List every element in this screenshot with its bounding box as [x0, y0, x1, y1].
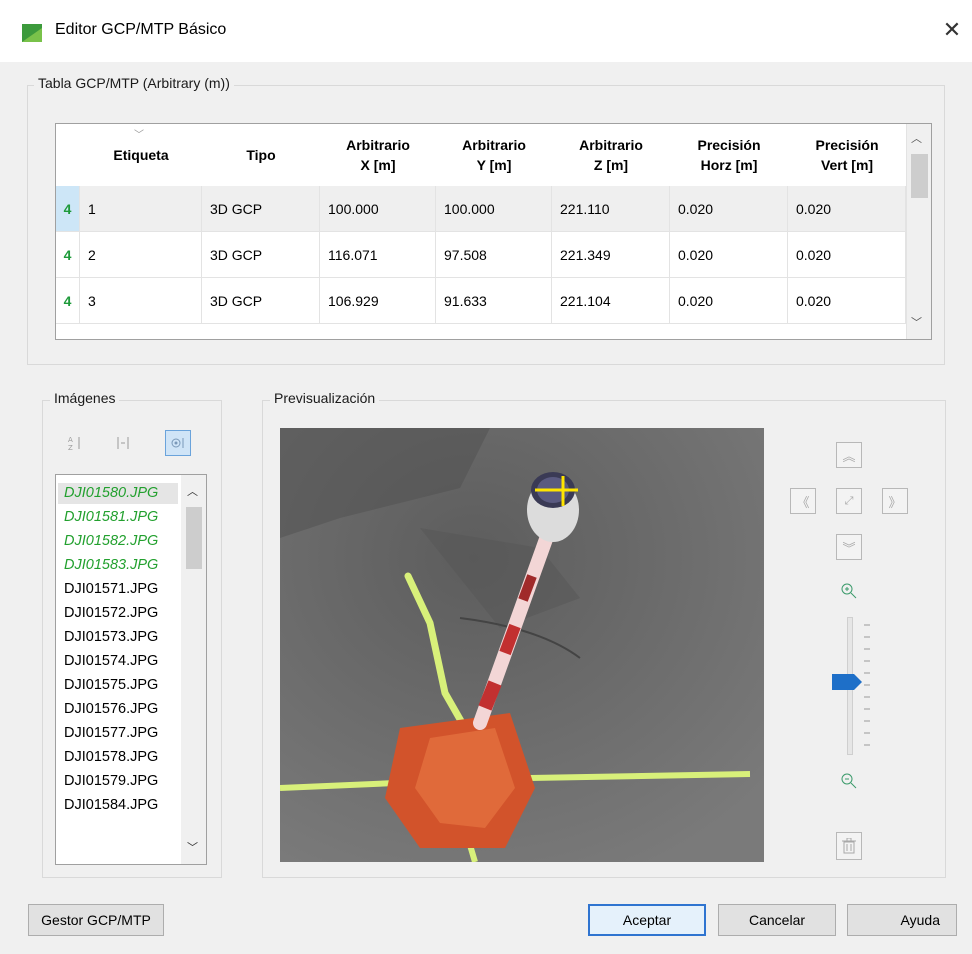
cell-horz[interactable]: 0.020	[670, 186, 788, 232]
image-list-scrollbar-thumb[interactable]	[186, 507, 202, 569]
svg-text:A: A	[68, 436, 73, 444]
cell-x[interactable]: 116.071	[320, 232, 436, 278]
help-button[interactable]: Ayuda	[847, 904, 957, 936]
cell-horz[interactable]: 0.020	[670, 232, 788, 278]
scroll-down-icon[interactable]: ﹀	[911, 314, 922, 330]
list-item[interactable]: DJI01572.JPG	[64, 603, 158, 624]
cell-y[interactable]: 91.633	[436, 278, 552, 324]
cell-type[interactable]: 3D GCP	[202, 186, 320, 232]
filter-images-icon[interactable]	[165, 430, 191, 456]
list-item[interactable]: DJI01581.JPG	[64, 507, 158, 528]
pan-right-icon[interactable]: 》	[882, 488, 908, 514]
image-list[interactable]: DJI01580.JPG DJI01581.JPG DJI01582.JPG D…	[55, 474, 207, 865]
col-header-rownum	[56, 124, 81, 187]
sort-az-icon[interactable]: AZ	[62, 430, 88, 456]
col-header-vert[interactable]: Precisión Vert [m]	[788, 124, 907, 187]
window-title: Editor GCP/MTP Básico	[55, 21, 227, 38]
cancel-button[interactable]: Cancelar	[718, 904, 836, 936]
col-header-y[interactable]: Arbitrario Y [m]	[436, 124, 553, 187]
scroll-up-icon[interactable]: ︿	[911, 130, 922, 146]
cell-y[interactable]: 100.000	[436, 186, 552, 232]
list-item[interactable]: DJI01576.JPG	[64, 699, 158, 720]
table-group-legend: Tabla GCP/MTP (Arbitrary (m))	[34, 75, 234, 91]
cell-label[interactable]: 2	[80, 232, 202, 278]
gcp-manager-button[interactable]: Gestor GCP/MTP	[28, 904, 164, 936]
split-icon[interactable]	[110, 430, 136, 456]
list-item[interactable]: DJI01584.JPG	[64, 795, 158, 816]
cell-type[interactable]: 3D GCP	[202, 232, 320, 278]
cell-z[interactable]: 221.104	[552, 278, 670, 324]
image-list-scrollbar[interactable]: ︿ ﹀	[181, 475, 206, 864]
svg-text:Z: Z	[68, 444, 73, 452]
cell-x[interactable]: 100.000	[320, 186, 436, 232]
cell-y[interactable]: 97.508	[436, 232, 552, 278]
list-item[interactable]: DJI01573.JPG	[64, 627, 158, 648]
list-item[interactable]: DJI01574.JPG	[64, 651, 158, 672]
cell-z[interactable]: 221.110	[552, 186, 670, 232]
col-header-etiqueta[interactable]: ﹀ Etiqueta	[80, 124, 203, 187]
cell-vert[interactable]: 0.020	[788, 232, 906, 278]
cell-vert[interactable]: 0.020	[788, 186, 906, 232]
cell-label[interactable]: 3	[80, 278, 202, 324]
sort-chevron-icon: ﹀	[134, 130, 144, 141]
list-item[interactable]: DJI01582.JPG	[64, 531, 158, 552]
gcp-table[interactable]: ﹀ Etiqueta Tipo Arbitrario X [m] Arbitrar…	[55, 123, 932, 340]
zoom-slider[interactable]	[830, 615, 880, 760]
col-header-horz[interactable]: Precisión Horz [m]	[670, 124, 789, 187]
list-item[interactable]: DJI01575.JPG	[64, 675, 158, 696]
col-header-x[interactable]: Arbitrario X [m]	[320, 124, 437, 187]
table-scrollbar-thumb[interactable]	[911, 154, 928, 198]
pan-left-icon[interactable]: 《	[790, 488, 816, 514]
list-item[interactable]: DJI01577.JPG	[64, 723, 158, 744]
zoom-out-icon[interactable]	[840, 772, 858, 790]
row-number[interactable]: 4	[56, 186, 80, 232]
row-number[interactable]: 4	[56, 232, 80, 278]
scroll-down-icon[interactable]: ﹀	[187, 839, 198, 855]
app-icon	[22, 24, 42, 42]
preview-image[interactable]	[280, 428, 764, 862]
preview-group-legend: Previsualización	[270, 390, 380, 406]
col-header-z[interactable]: Arbitrario Z [m]	[552, 124, 671, 187]
accept-button[interactable]: Aceptar	[588, 904, 706, 936]
cell-type[interactable]: 3D GCP	[202, 278, 320, 324]
cell-vert[interactable]: 0.020	[788, 278, 906, 324]
close-icon[interactable]: ✕	[940, 18, 964, 42]
list-item[interactable]: DJI01579.JPG	[64, 771, 158, 792]
zoom-in-icon[interactable]	[840, 582, 858, 600]
cell-z[interactable]: 221.349	[552, 232, 670, 278]
cell-horz[interactable]: 0.020	[670, 278, 788, 324]
cell-label[interactable]: 1	[80, 186, 202, 232]
zoom-slider-thumb[interactable]	[832, 672, 862, 692]
col-header-tipo[interactable]: Tipo	[202, 124, 321, 187]
list-item[interactable]: DJI01580.JPG	[58, 483, 178, 504]
row-number[interactable]: 4	[56, 278, 80, 324]
table-scrollbar[interactable]: ︿ ﹀	[906, 124, 931, 339]
list-item[interactable]: DJI01571.JPG	[64, 579, 158, 600]
pan-up-icon[interactable]: ︽	[836, 442, 862, 468]
cell-x[interactable]: 106.929	[320, 278, 436, 324]
list-item[interactable]: DJI01578.JPG	[64, 747, 158, 768]
scroll-up-icon[interactable]: ︿	[187, 483, 198, 499]
images-group-legend: Imágenes	[50, 390, 120, 406]
pan-down-icon[interactable]: ︾	[836, 534, 862, 560]
delete-icon[interactable]	[836, 832, 862, 860]
list-item[interactable]: DJI01583.JPG	[64, 555, 158, 576]
fit-view-icon[interactable]: ⤢	[836, 488, 862, 514]
